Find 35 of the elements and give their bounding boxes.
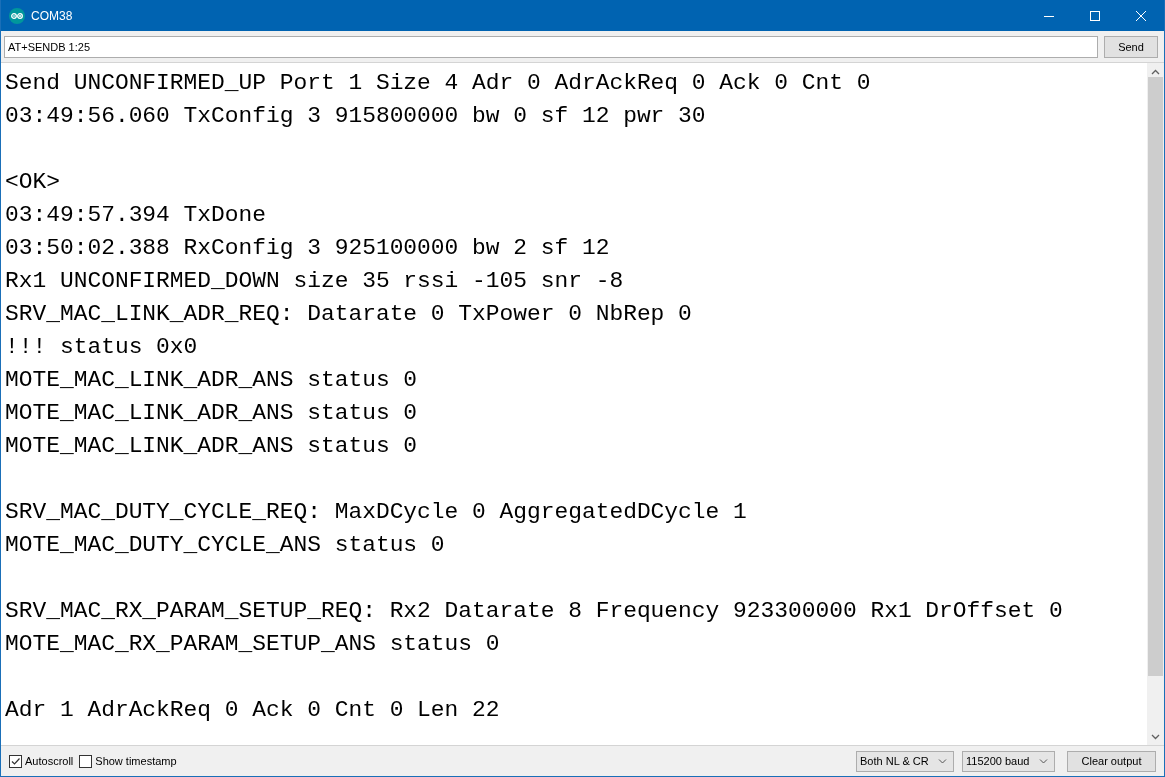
output-line: MOTE_MAC_DUTY_CYCLE_ANS status 0 (5, 531, 446, 560)
output-line: 03:49:56.060 TxConfig 3 915800000 bw 0 sf 12 pwr 30 (5, 102, 707, 131)
chevron-down-icon (1039, 758, 1048, 764)
app-logo-icon (9, 7, 25, 24)
output-line: MOTE_MAC_LINK_ADR_ANS status 0 (5, 399, 419, 428)
checkbox-label[interactable]: Show timestamp (95, 755, 177, 767)
clear-output-button[interactable]: Clear output (1067, 750, 1156, 772)
output-line: Adr 1 AdrAckReq 0 Ack 0 Cnt 0 Len 22 (5, 696, 501, 725)
dropdown[interactable]: Both NL & CR (856, 750, 954, 772)
output-line: 03:50:02.388 RxConfig 3 925100000 bw 2 sf 12 (5, 234, 611, 263)
output-line: SRV_MAC_LINK_ADR_REQ: Datarate 0 TxPower 0 NbRep 0 (5, 300, 693, 329)
checkbox-label[interactable]: Autoscroll (25, 755, 74, 767)
output-line: !!! status 0x0 (5, 333, 199, 362)
output-line: SRV_MAC_RX_PARAM_SETUP_REQ: Rx2 Datarate 8 Frequency 923300000 Rx1 DrOffset 0 (5, 597, 1064, 626)
output-line: 03:49:57.394 TxDone (5, 201, 267, 230)
output-line: MOTE_MAC_LINK_ADR_ANS status 0 (5, 432, 419, 461)
chevron-down-icon (938, 758, 947, 764)
output-line: <OK> (5, 168, 61, 197)
scroll-down-icon[interactable] (1151, 734, 1160, 740)
output-line: SRV_MAC_DUTY_CYCLE_REQ: MaxDCycle 0 AggregatedDCycle 1 (5, 498, 748, 527)
checkbox[interactable] (9, 754, 22, 768)
dropdown[interactable]: 115200 baud (962, 750, 1055, 772)
vertical-scrollbar[interactable] (1147, 63, 1164, 745)
output-line: MOTE_MAC_LINK_ADR_ANS status 0 (5, 366, 419, 395)
output-line: Rx1 UNCONFIRMED_DOWN size 35 rssi -105 snr -8 (5, 267, 625, 296)
send-button[interactable]: Send (1104, 35, 1158, 58)
scrollbar-thumb[interactable] (1148, 77, 1163, 676)
maximize-icon (1090, 10, 1100, 21)
output-line: MOTE_MAC_RX_PARAM_SETUP_ANS status 0 (5, 630, 501, 659)
checkbox[interactable] (79, 754, 93, 768)
output-line: Send UNCONFIRMED_UP Port 1 Size 4 Adr 0 AdrAckReq 0 Ack 0 Cnt 0 (5, 69, 872, 98)
window-title: COM38 (31, 8, 74, 23)
close-icon (1136, 10, 1146, 21)
send-input-field[interactable]: AT+SENDB 1:25 (4, 35, 1098, 58)
scroll-up-icon[interactable] (1151, 69, 1160, 75)
